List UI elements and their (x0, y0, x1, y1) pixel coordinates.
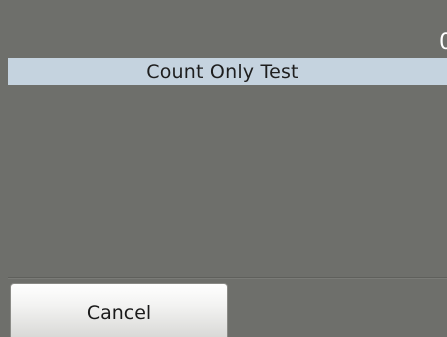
footer-divider-highlight (8, 278, 447, 279)
count-display: 0 (439, 30, 447, 55)
cancel-button-label: Cancel (86, 301, 152, 324)
cancel-button[interactable]: Cancel (10, 283, 228, 337)
content-area (8, 85, 447, 275)
app-screen: 0 Count Only Test Cancel (0, 0, 447, 337)
page-title: Count Only Test (146, 60, 299, 83)
title-bar: Count Only Test (8, 58, 447, 85)
